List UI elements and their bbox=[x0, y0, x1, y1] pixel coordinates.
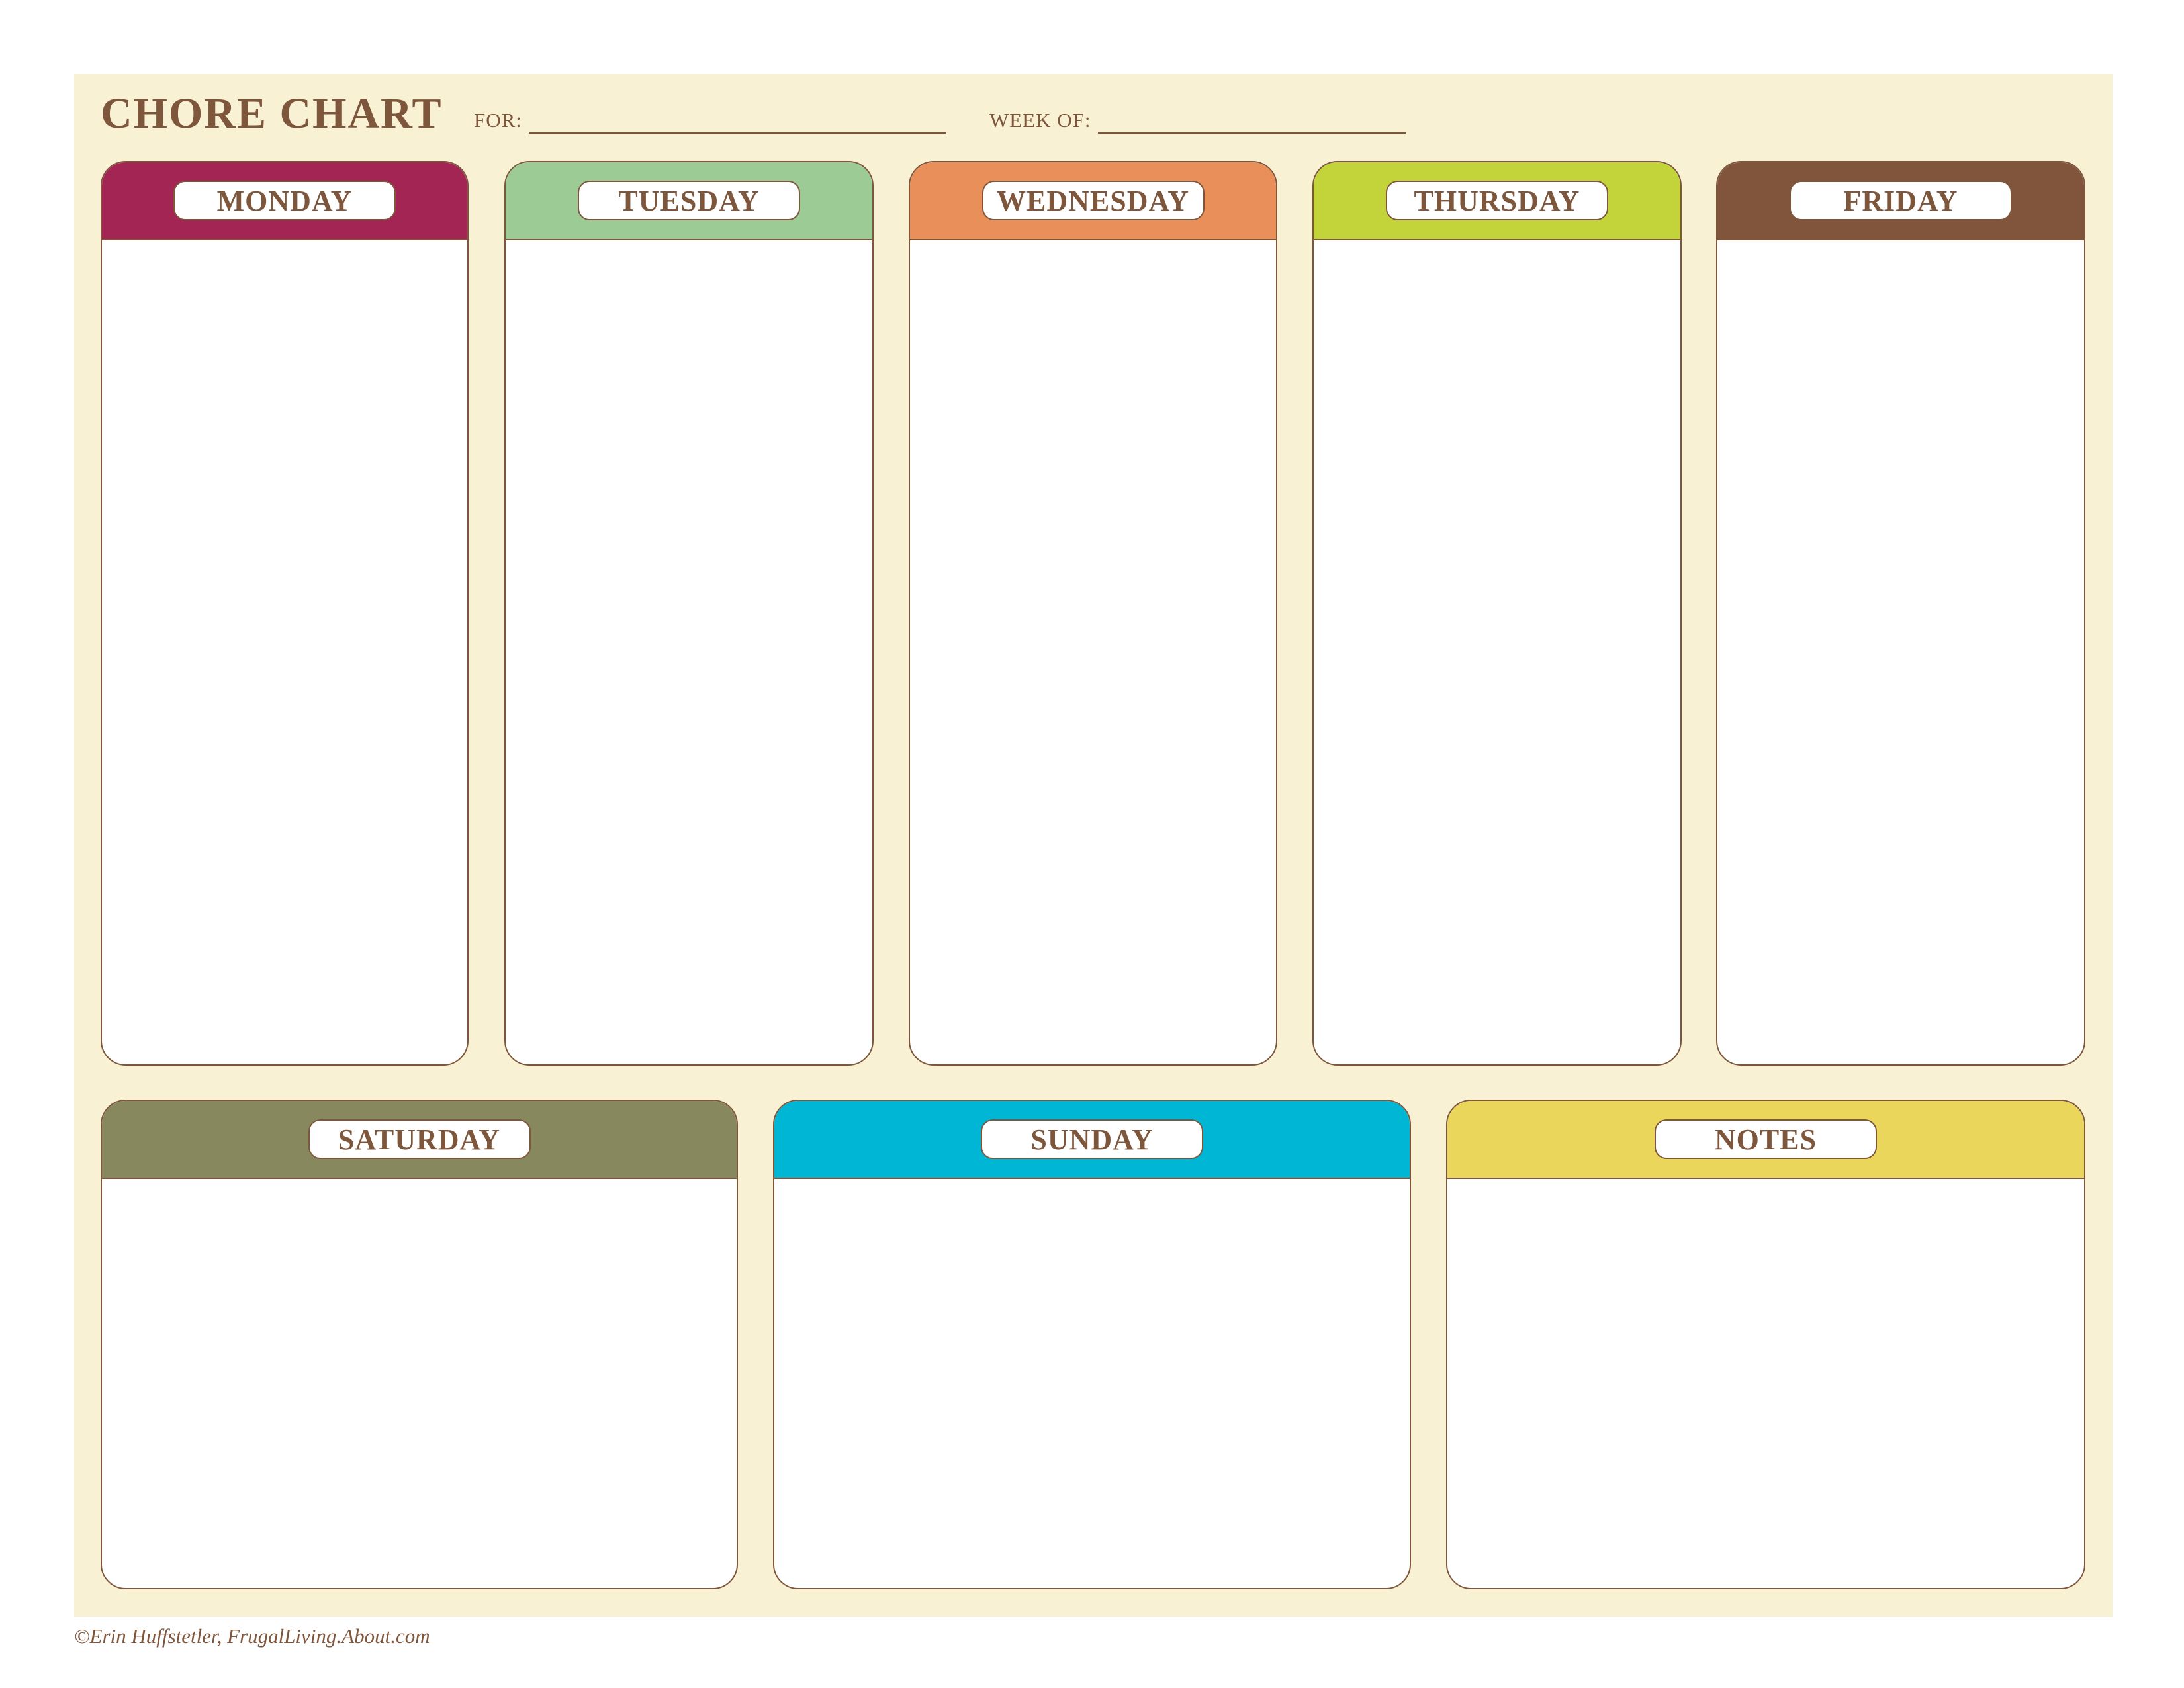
card-body-sunday[interactable] bbox=[774, 1179, 1410, 1588]
card-body-thursday[interactable] bbox=[1314, 240, 1680, 1064]
card-body-monday[interactable] bbox=[102, 240, 467, 1064]
card-label-saturday: SATURDAY bbox=[308, 1119, 531, 1159]
week-of-label: WEEK OF: bbox=[989, 109, 1091, 132]
page-title: CHORE CHART bbox=[101, 89, 443, 138]
card-label-monday: MONDAY bbox=[173, 181, 396, 220]
card-body-saturday[interactable] bbox=[102, 1179, 737, 1588]
copyright-credit: ©Erin Huffstetler, FrugalLiving.About.co… bbox=[74, 1624, 430, 1648]
card-tuesday: TUESDAY bbox=[504, 161, 874, 1066]
card-label-friday: FRIDAY bbox=[1790, 181, 2012, 220]
card-sunday: SUNDAY bbox=[773, 1100, 1411, 1589]
card-wednesday: WEDNESDAY bbox=[909, 161, 1277, 1066]
card-notes: NOTES bbox=[1446, 1100, 2085, 1589]
card-label-wednesday: WEDNESDAY bbox=[981, 181, 1205, 220]
week-of-field: WEEK OF: bbox=[989, 107, 1406, 134]
card-label-notes: NOTES bbox=[1655, 1119, 1877, 1159]
card-friday: FRIDAY bbox=[1716, 161, 2085, 1066]
for-input-line[interactable] bbox=[528, 111, 946, 134]
card-body-friday[interactable] bbox=[1717, 240, 2084, 1064]
card-body-wednesday[interactable] bbox=[910, 240, 1276, 1064]
card-monday: MONDAY bbox=[101, 161, 469, 1066]
card-saturday: SATURDAY bbox=[101, 1100, 738, 1589]
card-label-sunday: SUNDAY bbox=[981, 1119, 1203, 1159]
card-label-tuesday: TUESDAY bbox=[578, 181, 800, 220]
card-label-thursday: THURSDAY bbox=[1386, 181, 1608, 220]
card-thursday: THURSDAY bbox=[1312, 161, 1682, 1066]
week-of-input-line[interactable] bbox=[1097, 111, 1406, 134]
card-body-tuesday[interactable] bbox=[506, 240, 872, 1064]
for-field: FOR: bbox=[474, 107, 946, 134]
for-label: FOR: bbox=[474, 109, 522, 132]
card-body-notes[interactable] bbox=[1447, 1179, 2084, 1588]
